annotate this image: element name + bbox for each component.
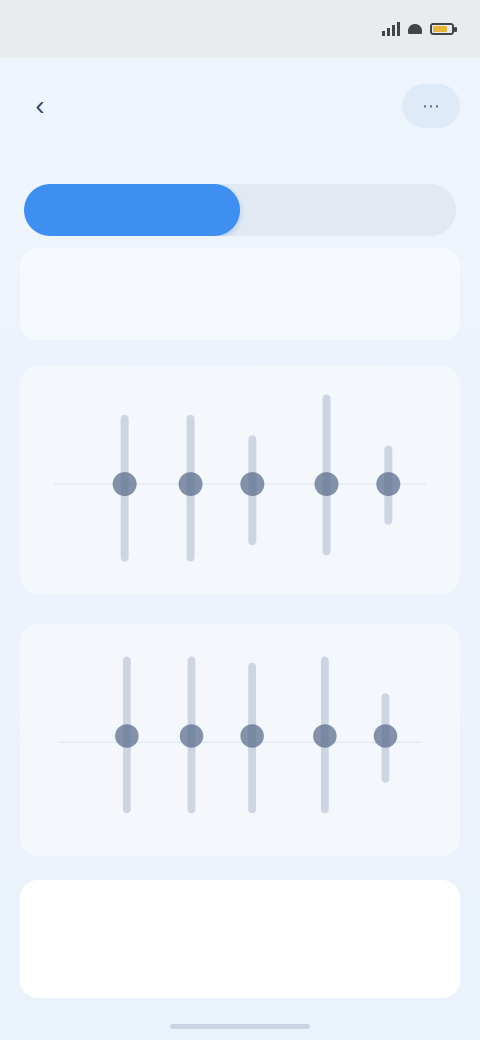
battery-icon — [430, 23, 457, 35]
signal-icon — [382, 22, 400, 36]
back-button[interactable]: ‹ — [20, 86, 60, 126]
chevron-left-icon: ‹ — [35, 90, 45, 121]
chart-point-3[interactable] — [313, 724, 337, 748]
more-icon: ⋯ — [422, 95, 440, 116]
status-right — [382, 22, 457, 36]
chart-card-1 — [20, 366, 460, 594]
segmented-control — [24, 184, 456, 236]
chart-point-2[interactable] — [240, 724, 264, 748]
chart-point-0[interactable] — [112, 472, 137, 497]
chart-point-1[interactable] — [178, 472, 203, 497]
wifi-icon — [408, 24, 422, 34]
tab-first[interactable] — [24, 184, 240, 236]
chart-point-4[interactable] — [376, 472, 401, 497]
header-action-button[interactable]: ⋯ — [402, 84, 460, 128]
chart-card-2 — [20, 624, 460, 856]
header: ‹ ⋯ — [0, 58, 480, 154]
chart-2 — [57, 656, 423, 814]
info-card — [20, 248, 460, 340]
chart-point-3[interactable] — [314, 472, 339, 497]
chart-point-2[interactable] — [240, 472, 265, 497]
chart-point-0[interactable] — [115, 724, 139, 748]
chart-point-1[interactable] — [179, 724, 204, 748]
tab-second[interactable] — [240, 184, 456, 236]
chart-1 — [54, 394, 426, 562]
status-bar — [0, 0, 480, 58]
chart-point-4[interactable] — [373, 724, 398, 748]
home-indicator — [170, 1024, 310, 1029]
bottom-card[interactable] — [20, 880, 460, 998]
